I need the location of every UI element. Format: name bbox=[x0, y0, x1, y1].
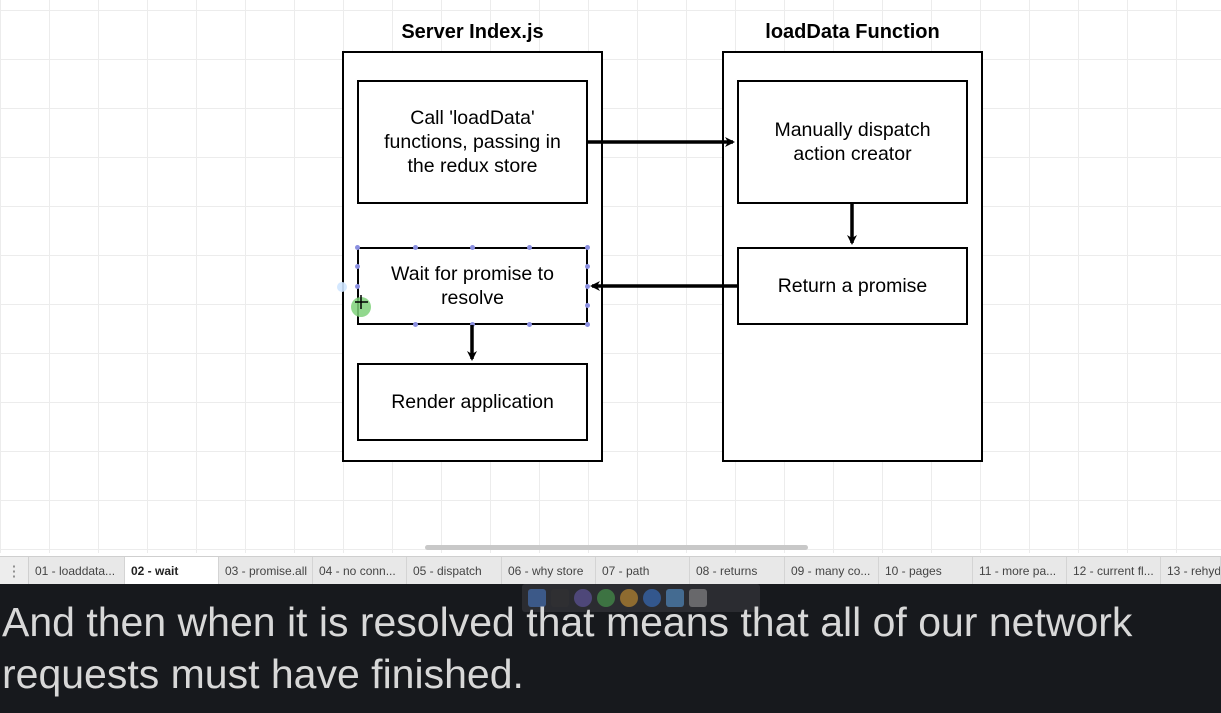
page-tab-bar: ⋮ 01 - loaddata... 02 - wait 03 - promis… bbox=[0, 556, 1221, 585]
tab-10-pages[interactable]: 10 - pages bbox=[879, 557, 973, 585]
move-cursor-icon bbox=[337, 282, 371, 317]
tab-07-path[interactable]: 07 - path bbox=[596, 557, 690, 585]
tab-08-returns[interactable]: 08 - returns bbox=[690, 557, 785, 585]
tab-12-current-fl[interactable]: 12 - current fl... bbox=[1067, 557, 1161, 585]
connector-arrows bbox=[337, 137, 857, 361]
tab-09-many-co[interactable]: 09 - many co... bbox=[785, 557, 879, 585]
tab-02-wait[interactable]: 02 - wait bbox=[125, 557, 219, 585]
tab-01-loaddata[interactable]: 01 - loaddata... bbox=[29, 557, 125, 585]
tab-menu-icon[interactable]: ⋮ bbox=[0, 557, 29, 585]
tab-05-dispatch[interactable]: 05 - dispatch bbox=[407, 557, 502, 585]
tab-04-no-conn[interactable]: 04 - no conn... bbox=[313, 557, 407, 585]
tab-06-why-store[interactable]: 06 - why store bbox=[502, 557, 596, 585]
tab-03-promise-all[interactable]: 03 - promise.all bbox=[219, 557, 313, 585]
subtitle-caption: And then when it is resolved that means … bbox=[0, 584, 1221, 713]
diagram-canvas[interactable]: Server Index.js loadData Function Call '… bbox=[0, 0, 1221, 553]
tab-13-rehyd[interactable]: 13 - rehyd bbox=[1161, 557, 1221, 585]
caption-text: And then when it is resolved that means … bbox=[2, 599, 1133, 697]
horizontal-scrollbar[interactable] bbox=[425, 545, 808, 550]
tab-11-more-pa[interactable]: 11 - more pa... bbox=[973, 557, 1067, 585]
